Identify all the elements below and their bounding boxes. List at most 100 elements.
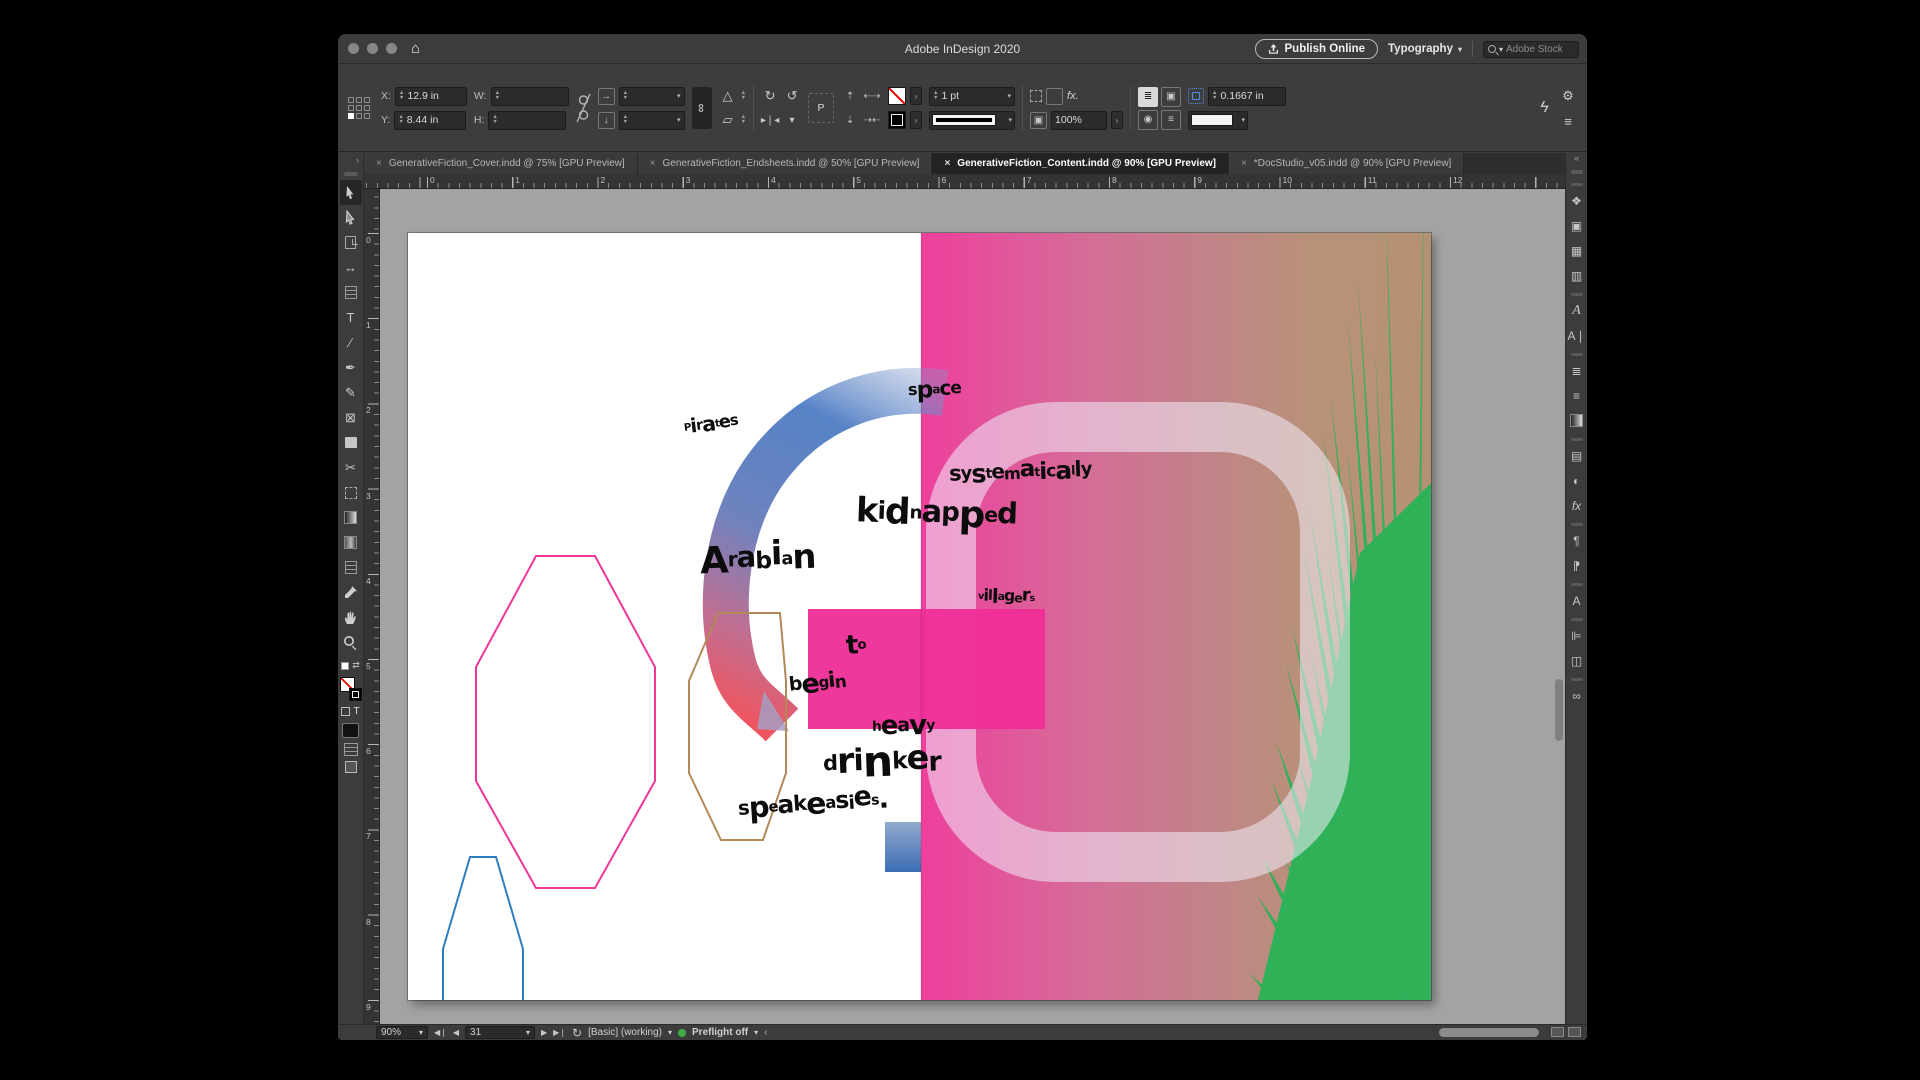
pink-octagon-outline[interactable] (475, 555, 656, 889)
magenta-rectangle[interactable] (808, 609, 1045, 729)
constrain-scale-link-button[interactable]: ∞ (691, 87, 712, 129)
swap-fill-stroke-icon[interactable]: ⇄ (352, 660, 360, 671)
frame-tool[interactable]: ⊠ (340, 405, 362, 430)
opacity-field[interactable]: 100% (1051, 110, 1108, 130)
panel-group-grip[interactable] (1570, 523, 1583, 526)
default-swatches-icon[interactable] (341, 661, 350, 670)
pen-tool[interactable]: ✒ (340, 355, 362, 380)
reference-point-proxy[interactable] (348, 97, 370, 119)
align-horizontal-icon[interactable]: ⇢⇠ (863, 111, 881, 129)
corner-options-icon[interactable] (1046, 87, 1064, 105)
rotate-cw-icon[interactable]: ↻ (761, 87, 779, 105)
vertical-ruler[interactable]: 0 1 2 3 4 5 6 7 8 9 (364, 189, 380, 1024)
publish-online-button[interactable]: Publish Online (1254, 39, 1379, 59)
stroke-swatch[interactable] (888, 111, 907, 129)
horizontal-scrollbar-thumb[interactable] (1439, 1028, 1539, 1037)
tab-generativefiction-endsheets[interactable]: × GenerativeFiction_Endsheets.indd @ 50%… (637, 153, 933, 174)
align-vertical-icon[interactable]: ⇣ (841, 111, 859, 129)
next-page-button[interactable]: ▶ (541, 1028, 547, 1037)
stepper-icon[interactable]: ▲ ▼ (495, 90, 500, 101)
links-chain-panel-icon[interactable]: ∞ (1567, 683, 1587, 708)
select-container-icon[interactable]: P (808, 93, 835, 123)
chevron-down-icon[interactable]: ▾ (677, 116, 681, 124)
gradient-panel-icon[interactable] (1567, 408, 1587, 433)
free-transform-tool[interactable] (340, 480, 362, 505)
pencil-tool[interactable]: ✎ (340, 380, 362, 405)
zoom-tool[interactable] (340, 630, 362, 655)
x-position-field[interactable]: ▲ ▼ 12.9 in (394, 86, 467, 106)
shear-stepper[interactable]: ▲ ▼ (741, 90, 746, 101)
stepper-icon[interactable]: ▲ ▼ (933, 90, 938, 101)
text-wrap-jump-button[interactable]: ≡ (1161, 109, 1182, 130)
blue-gradient-square[interactable] (885, 822, 921, 872)
collapse-status-icon[interactable]: ‹ (764, 1027, 767, 1038)
adobe-stock-search[interactable]: ▾ Adobe Stock (1483, 40, 1579, 58)
stroke-style-dropdown[interactable]: ▾ (929, 110, 1016, 130)
vertical-scrollbar-thumb[interactable] (1555, 679, 1563, 741)
workspace-switcher[interactable]: Typography ▾ (1388, 43, 1462, 55)
rotate-ccw-icon[interactable]: ↺ (783, 87, 801, 105)
gear-icon[interactable]: ⚙ (1562, 88, 1574, 104)
selection-tool[interactable] (339, 180, 362, 205)
scissors-tool[interactable]: ✂ (340, 455, 362, 480)
cc-libraries-panel-icon[interactable]: ▥ (1567, 263, 1587, 288)
dock-grip[interactable] (1570, 170, 1583, 174)
formatting-text-icon[interactable]: T (353, 706, 359, 717)
chevron-down-icon[interactable]: ▾ (1009, 116, 1013, 124)
distribute-horizontal-icon[interactable]: ⇠⇢ (863, 87, 881, 105)
fill-more-button[interactable]: › (910, 87, 923, 105)
split-view-icon[interactable] (1551, 1027, 1564, 1037)
fill-stroke-swatches[interactable] (339, 677, 362, 701)
tools-expand-icon[interactable]: › (356, 155, 363, 171)
character-panel-icon[interactable]: A (1567, 588, 1587, 613)
rotate-spread-icon[interactable]: ↻ (572, 1026, 582, 1040)
width-field[interactable]: ▲ ▼ (490, 86, 569, 106)
zoom-level-dropdown[interactable]: 90% ▾ (376, 1026, 428, 1039)
chevron-down-icon[interactable]: ▾ (1242, 116, 1246, 124)
text-wrap-panel-icon[interactable]: ≣ (1567, 358, 1587, 383)
height-field[interactable]: ▲ ▼ (488, 110, 567, 130)
resize-grip-icon[interactable] (1568, 1027, 1581, 1037)
panel-group-grip[interactable] (1570, 438, 1583, 441)
pages-panel-icon[interactable]: ▣ (1567, 213, 1587, 238)
chevron-down-icon[interactable]: ▾ (677, 92, 681, 100)
stroke-panel-icon[interactable]: ≡ (1567, 383, 1587, 408)
minimize-window-button[interactable] (367, 43, 378, 54)
formatting-container-icon[interactable] (341, 707, 351, 716)
horizontal-ruler[interactable]: 0 1 2 3 4 5 6 7 8 9 10 11 12 (364, 174, 1565, 189)
gradient-tool[interactable] (340, 505, 362, 530)
scale-x-field[interactable]: ▲ ▼ ▾ (618, 86, 685, 106)
tools-grip[interactable] (343, 172, 358, 176)
stroke-more-button[interactable]: › (910, 111, 923, 129)
type-tool[interactable]: T (340, 305, 362, 330)
document-spread[interactable]: space Pirates systematically kidnapped Arabi… (408, 233, 1431, 1000)
character-styles-panel-icon[interactable]: A (1567, 298, 1587, 323)
layers-panel-icon[interactable]: ❖ (1567, 188, 1587, 213)
fill-swatch[interactable] (888, 87, 907, 105)
panel-group-grip[interactable] (1570, 583, 1583, 586)
align-panel-icon[interactable]: ⊫ (1567, 623, 1587, 648)
chevron-down-icon[interactable]: ▾ (754, 1028, 758, 1037)
stroke-swatch[interactable] (348, 688, 362, 701)
screen-mode-icon[interactable] (344, 761, 357, 773)
scale-y-field[interactable]: ▲ ▼ ▾ (618, 110, 685, 130)
rotate-stepper[interactable]: ▲ ▼ (741, 114, 746, 125)
y-position-field[interactable]: ▲ ▼ 8.44 in (394, 110, 467, 130)
tab-docstudio-v05[interactable]: × *DocStudio_v05.indd @ 90% [GPU Preview… (1229, 153, 1465, 174)
close-window-button[interactable] (348, 43, 359, 54)
rectangle-tool[interactable] (340, 430, 362, 455)
blue-octagon-outline[interactable] (442, 856, 524, 1000)
stroke-weight-field[interactable]: ▲ ▼ 1 pt ▾ (929, 86, 1016, 106)
panel-group-grip[interactable] (1570, 618, 1583, 621)
previous-page-button[interactable]: ◀ (453, 1028, 459, 1037)
home-icon[interactable]: ⌂ (411, 41, 420, 56)
first-page-button[interactable]: ◀❘ (434, 1028, 447, 1037)
flip-vertical-icon[interactable]: ▾ (783, 111, 801, 129)
view-options-icon[interactable] (343, 743, 358, 756)
wrap-offset-field[interactable]: ▲ ▼ 0.1667 in (1208, 86, 1287, 106)
note-tool[interactable] (340, 555, 362, 580)
stepper-icon[interactable]: ▲ ▼ (399, 90, 404, 101)
panel-group-grip[interactable] (1570, 293, 1583, 296)
tab-generativefiction-content[interactable]: × GenerativeFiction_Content.indd @ 90% [… (932, 153, 1229, 174)
text-wrap-object-button[interactable]: ◉ (1138, 109, 1159, 130)
